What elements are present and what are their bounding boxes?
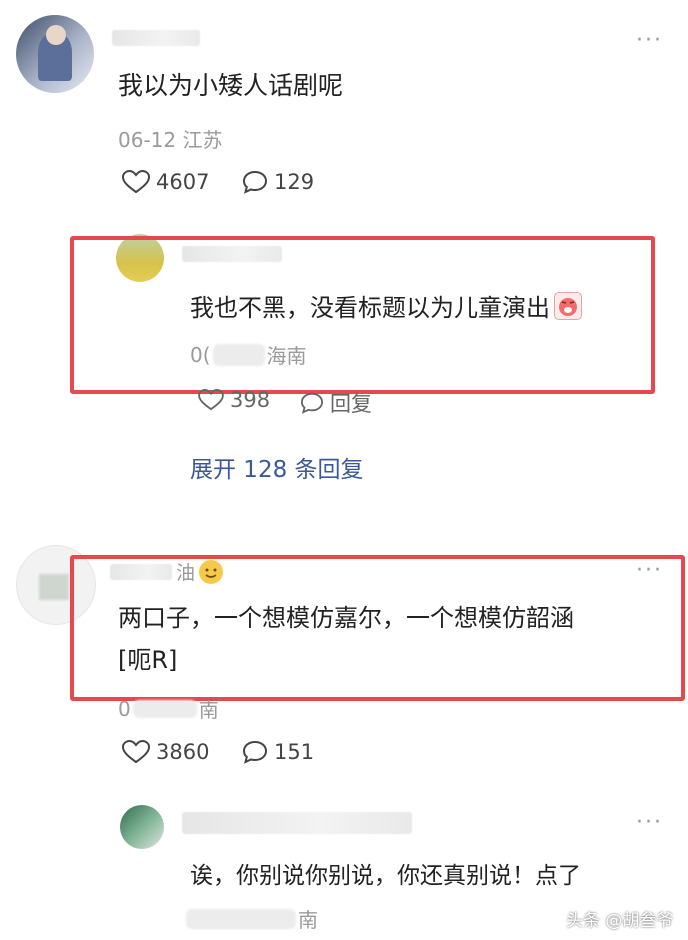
like-count: 3860 [156,740,210,764]
blurred-date [186,908,296,929]
comment-meta: 06-12 江苏 [118,124,222,153]
reply-count-button[interactable]: 151 [242,740,314,764]
heart-icon [122,170,150,194]
like-count: 398 [230,388,271,412]
reply-location: 南 [298,908,318,932]
comment-location: 南 [198,698,219,722]
comment-text: 我以为小矮人话剧呢 [118,71,344,100]
reply-button[interactable]: 回复 [300,388,372,418]
like-button[interactable]: 3860 [122,740,209,764]
comment-location: 江苏 [182,128,223,152]
more-icon[interactable]: ··· [636,812,663,834]
blurred-date [132,699,197,718]
highlight-box [70,555,685,701]
watermark: 头条 @胡叁爷 [566,911,674,931]
meta-prefix: 0 [118,696,131,721]
username-blurred[interactable] [182,812,412,834]
comment-date: 06-12 [118,128,177,152]
reply-count: 151 [274,740,315,764]
reply-count: 129 [274,170,315,194]
like-button[interactable]: 4607 [122,170,209,194]
comment-bubble-icon [242,740,268,764]
comment-meta: 0 南 [118,694,219,723]
heart-icon [122,740,150,764]
username-blurred[interactable] [112,30,200,46]
comment-bubble-icon [300,392,324,414]
expand-replies-link[interactable]: 展开 128 条回复 [190,450,364,484]
reply-count-button[interactable]: 129 [242,170,314,194]
like-count: 4607 [156,170,210,194]
more-icon[interactable]: ··· [636,30,663,52]
comment-bubble-icon [242,170,268,194]
avatar[interactable] [16,15,94,93]
avatar[interactable] [120,805,164,849]
reply-meta: 南 [186,904,318,933]
reply-text: 诶，你别说你别说，你还真别说！点了 [190,863,581,889]
reply-label: 回复 [330,392,372,416]
heart-icon [198,389,224,411]
highlight-box [70,236,655,394]
like-button[interactable]: 398 [198,388,270,412]
